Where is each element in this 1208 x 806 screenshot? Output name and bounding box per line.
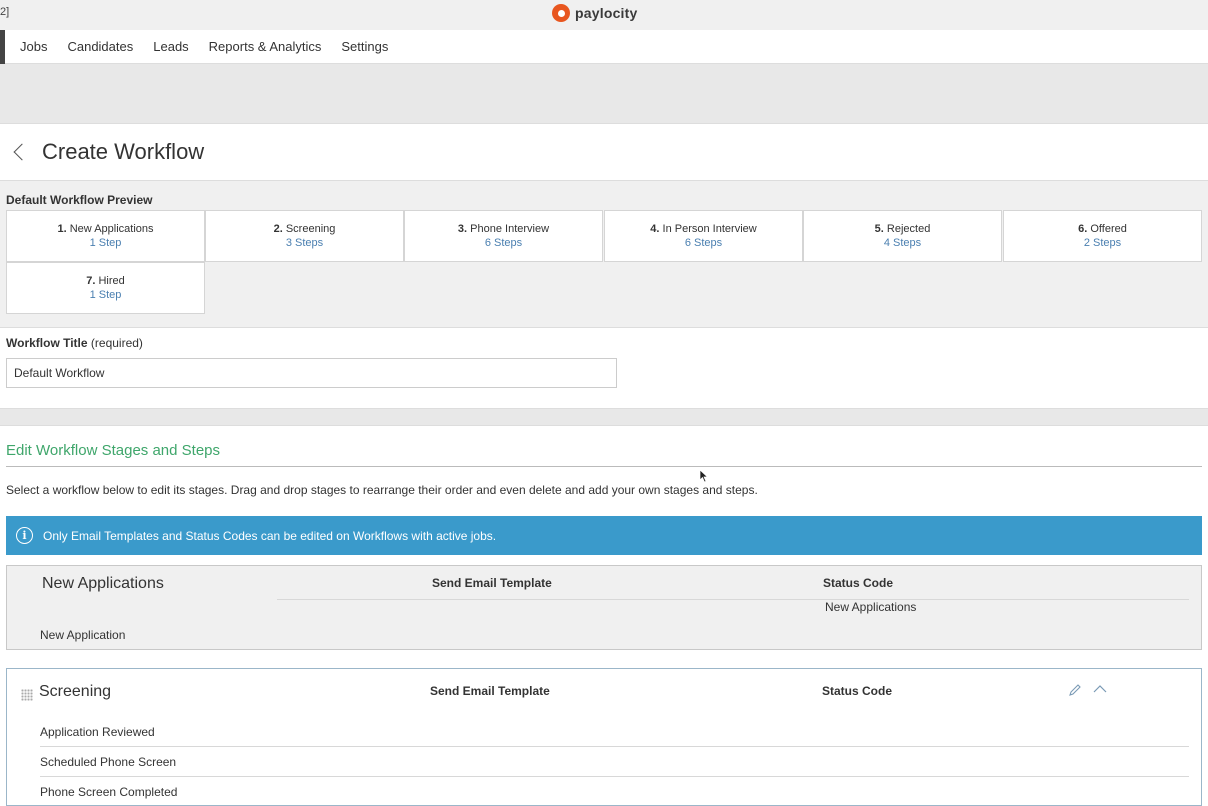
preview-stage-name: 5. Rejected (874, 223, 931, 235)
preview-stage-steps[interactable]: 1 Step (7, 237, 204, 249)
preview-stage-steps[interactable]: 4 Steps (804, 237, 1001, 249)
chevron-up-icon[interactable] (1093, 684, 1107, 694)
drag-handle-icon[interactable] (21, 689, 33, 701)
email-template-header: Send Email Template (430, 684, 550, 698)
preview-stage-name: 4. In Person Interview (650, 223, 757, 235)
workflow-title-input[interactable] (6, 358, 617, 388)
stage-new-applications: New Applications Send Email Template Sta… (6, 565, 1202, 650)
preview-stage-card[interactable]: 1. New Applications 1 Step (6, 210, 205, 262)
preview-stage-card[interactable]: 2. Screening 3 Steps (205, 210, 404, 262)
main-nav: Jobs Candidates Leads Reports & Analytic… (0, 30, 1208, 64)
edit-section-heading: Edit Workflow Stages and Steps (6, 442, 220, 459)
preview-stage-name: 6. Offered (1078, 223, 1127, 235)
nav-item-leads[interactable]: Leads (153, 39, 188, 54)
preview-stage-steps[interactable]: 2 Steps (1004, 237, 1201, 249)
preview-stage-card[interactable]: 7. Hired 1 Step (6, 262, 205, 314)
preview-stage-steps[interactable]: 1 Step (7, 289, 204, 301)
info-banner-text: Only Email Templates and Status Codes ca… (43, 528, 497, 543)
stage-name: New Applications (42, 575, 164, 592)
section-divider-band (0, 408, 1208, 426)
page-title: Create Workflow (42, 139, 205, 164)
status-code-value: New Applications (825, 600, 917, 614)
corner-text: 2] (0, 6, 10, 18)
stage-name: Screening (39, 683, 112, 700)
workflow-preview: Default Workflow Preview 1. New Applicat… (0, 181, 1208, 328)
nav-item-candidates[interactable]: Candidates (67, 39, 133, 54)
preview-label: Default Workflow Preview (6, 193, 153, 207)
workflow-title-section: Workflow Title (required) (0, 328, 1208, 408)
header-band (0, 64, 1208, 124)
back-chevron-icon[interactable] (13, 143, 31, 161)
edit-section-description: Select a workflow below to edit its stag… (6, 483, 758, 497)
header-divider (277, 599, 1189, 600)
logo-text: paylocity (575, 5, 638, 21)
info-banner: i Only Email Templates and Status Codes … (6, 516, 1202, 555)
stage-screening[interactable]: Screening Send Email Template Status Cod… (6, 668, 1202, 806)
status-code-header: Status Code (822, 684, 893, 698)
preview-stage-steps[interactable]: 6 Steps (405, 237, 602, 249)
nav-item-reports-analytics[interactable]: Reports & Analytics (209, 39, 322, 54)
preview-stage-steps[interactable]: 3 Steps (206, 237, 403, 249)
preview-stage-card[interactable]: 3. Phone Interview 6 Steps (404, 210, 603, 262)
preview-stage-card[interactable]: 4. In Person Interview 6 Steps (604, 210, 803, 262)
page-header: Create Workflow (0, 124, 1208, 181)
nav-item-settings[interactable]: Settings (341, 39, 388, 54)
step-item: Phone Screen Completed (40, 785, 178, 799)
preview-stage-name: 7. Hired (86, 275, 125, 287)
top-bar: 2] paylocity (0, 0, 1208, 30)
step-item: New Application (40, 628, 126, 642)
pencil-icon[interactable] (1068, 683, 1082, 697)
step-item: Scheduled Phone Screen (40, 755, 177, 769)
preview-stage-name: 1. New Applications (57, 223, 154, 235)
preview-stage-name: 3. Phone Interview (457, 223, 550, 235)
paylocity-logo[interactable]: paylocity (552, 4, 638, 22)
heading-rule (6, 466, 1202, 467)
step-divider (40, 746, 1189, 747)
logo-mark-icon (552, 4, 570, 22)
status-code-header: Status Code (823, 576, 894, 590)
preview-stage-name: 2. Screening (273, 223, 336, 235)
email-template-header: Send Email Template (432, 576, 552, 590)
preview-stage-steps[interactable]: 6 Steps (605, 237, 802, 249)
preview-stage-card[interactable]: 5. Rejected 4 Steps (803, 210, 1002, 262)
step-divider (40, 776, 1189, 777)
info-icon: i (16, 527, 33, 544)
preview-stage-card[interactable]: 6. Offered 2 Steps (1003, 210, 1202, 262)
nav-item-jobs[interactable]: Jobs (20, 39, 47, 54)
workflow-title-label: Workflow Title (required) (6, 336, 143, 350)
step-item: Application Reviewed (40, 725, 155, 739)
mouse-cursor-icon (699, 469, 709, 483)
